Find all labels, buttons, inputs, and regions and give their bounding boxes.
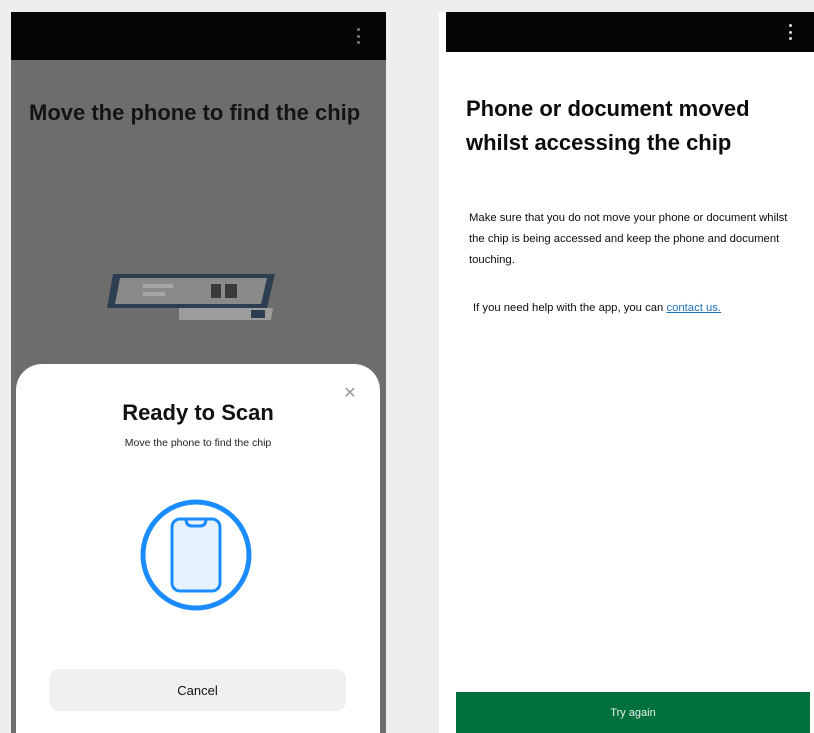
right-phone-screen: Phone or document moved whilst accessing… (439, 12, 814, 733)
sheet-title: Ready to Scan (122, 400, 274, 425)
page-title: Move the phone to find the chip (29, 100, 361, 125)
help-text: If you need help with the app, you can c… (473, 298, 791, 319)
cancel-button[interactable]: Cancel (49, 669, 346, 711)
more-options-icon[interactable] (355, 28, 361, 44)
document-illustration (107, 274, 275, 320)
contact-us-link[interactable]: contact us. (666, 302, 721, 314)
status-bar (446, 12, 814, 52)
more-options-icon[interactable] (787, 24, 793, 40)
sheet-subtitle: Move the phone to find the chip (124, 437, 272, 449)
status-bar (11, 12, 386, 60)
ready-to-scan-sheet: ✕ Ready to Scan Move the phone to find t… (16, 364, 380, 733)
help-text-prefix: If you need help with the app, you can (473, 302, 667, 314)
left-phone-screen: Move the phone to find the chip ✕ Ready … (11, 12, 386, 733)
error-body: Make sure that you do not move your phon… (469, 212, 788, 266)
phone-scan-icon (140, 499, 252, 611)
error-title: Phone or document moved whilst accessing… (466, 96, 750, 155)
try-again-button[interactable]: Try again (456, 692, 810, 733)
